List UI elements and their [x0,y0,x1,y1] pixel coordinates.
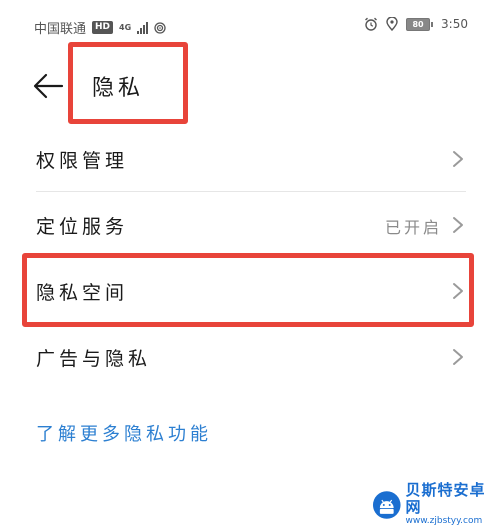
network-type: 4G [119,22,132,32]
arrow-left-icon [33,73,64,99]
signal-icon [137,21,149,34]
hd-badge: HD [92,21,114,34]
list-item-label: 权限管理 [36,150,129,172]
battery-level: 80 [406,17,431,31]
status-bar-left: 中国联通 HD 4G [34,18,166,37]
carrier-name: 中国联通 [34,22,87,37]
hotspot-icon [154,21,166,34]
list-item-label: 定位服务 [36,216,129,238]
title-highlight-box [68,42,188,124]
watermark-name: 贝斯特安卓网 [405,481,486,516]
chevron-right-icon [453,349,463,365]
private-space-highlight-box [22,253,474,327]
status-bar-right: 80 3:50 [364,17,468,31]
chevron-right-icon [453,151,463,167]
watermark-text: 贝斯特安卓网 www.zjbstyy.com [406,482,500,527]
android-logo-icon [372,490,401,519]
watermark: 贝斯特安卓网 www.zjbstyy.com [372,482,500,527]
alarm-icon [365,17,378,31]
list-item-ads-and-privacy[interactable]: 广告与隐私 [0,324,500,390]
chevron-right-icon [453,217,463,233]
list-item-location-service[interactable]: 定位服务 已开启 [0,192,500,258]
location-status: 已开启 [384,218,442,237]
location-icon [386,17,398,31]
battery-icon: 80 [406,17,434,31]
back-button[interactable] [30,68,66,104]
list-item-label: 广告与隐私 [36,348,152,370]
clock: 3:50 [441,17,468,31]
list-item-permission-management[interactable]: 权限管理 [0,126,500,192]
learn-more-link[interactable]: 了解更多隐私功能 [36,420,212,446]
